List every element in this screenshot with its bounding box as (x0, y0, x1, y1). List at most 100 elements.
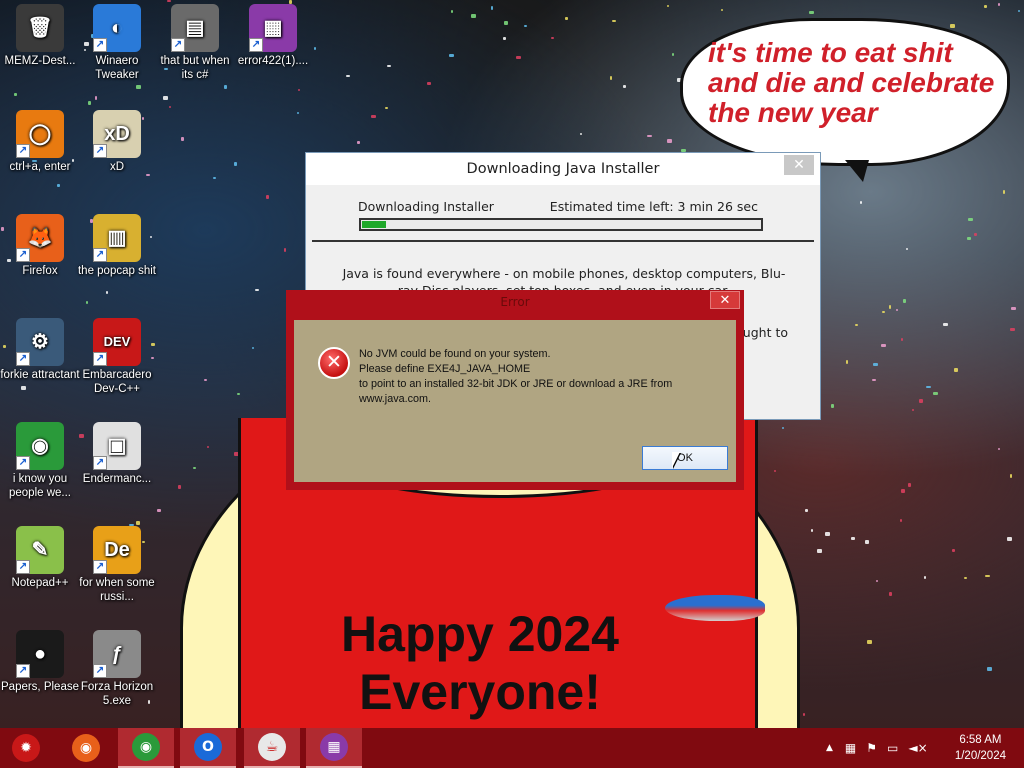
confetti-piece (213, 177, 216, 179)
taskbar-java-button[interactable]: ☕ (244, 728, 300, 768)
desktop-icon[interactable]: ▣ ↗ Endermanc... (77, 422, 157, 486)
icon-glyph: De (104, 539, 130, 561)
confetti-piece (901, 338, 903, 341)
close-button[interactable]: ✕ (710, 291, 740, 309)
confetti-piece (314, 47, 316, 50)
app-icon: xD ↗ (93, 110, 141, 158)
desktop-icon[interactable]: xD ↗ xD (77, 110, 157, 174)
confetti-piece (146, 174, 150, 176)
desktop-icon[interactable]: De ↗ for when some russi... (77, 526, 157, 604)
error-message: No JVM could be found on your system. Pl… (359, 347, 729, 407)
java-description-cut: ught to (742, 325, 788, 340)
start-button[interactable]: ✹ (0, 728, 52, 768)
confetti-piece (974, 233, 977, 236)
confetti-piece (204, 379, 207, 381)
desktop-icon-label: Endermanc... (82, 473, 152, 485)
icon-glyph: ⚙ (31, 331, 49, 353)
volume-muted-icon[interactable]: ◄× (908, 741, 927, 755)
app-icon: ▤ ↗ (171, 4, 219, 52)
confetti-piece (817, 549, 822, 553)
icon-glyph: ◉ (31, 435, 49, 457)
confetti-piece (924, 576, 926, 579)
confetti-piece (255, 289, 259, 291)
confetti-piece (580, 133, 582, 135)
desktop-icon[interactable]: ⚙ ↗ forkie attractant (0, 318, 80, 382)
confetti-piece (169, 106, 171, 108)
desktop-icon[interactable]: ◯ ↗ ctrl+a, enter (0, 110, 80, 174)
clock[interactable]: 6:58 AM 1/20/2024 (955, 732, 1006, 764)
icon-glyph: 🗑 (27, 17, 53, 39)
taskbar-firefox-button[interactable]: ◉ (58, 728, 114, 768)
taskbar-error422-button[interactable]: ▦ (306, 728, 362, 768)
confetti-piece (237, 393, 240, 395)
desktop-icon[interactable]: ▤ ↗ that but when its c# (155, 4, 235, 82)
close-button[interactable]: ✕ (784, 155, 814, 175)
confetti-piece (157, 509, 161, 512)
desktop-icon[interactable]: ◉ ↗ i know you people we... (0, 422, 80, 500)
desktop-icon[interactable]: ƒ ↗ Forza Horizon 5.exe (77, 630, 157, 708)
dialog-title: Error (500, 295, 530, 309)
confetti-piece (516, 56, 521, 59)
taskbar-chrome-button[interactable]: ◉ (118, 728, 174, 768)
shortcut-arrow-icon: ↗ (93, 352, 107, 366)
confetti-piece (876, 580, 878, 582)
confetti-piece (471, 14, 476, 18)
icon-glyph: ✎ (31, 539, 49, 561)
desktop-icon-label: the popcap shit (77, 265, 156, 277)
chrome-icon: ◉ (132, 733, 160, 761)
desktop-icon[interactable]: 🗑 MEMZ-Dest... (0, 4, 80, 68)
confetti-piece (985, 575, 990, 577)
action-center-icon[interactable]: ▦ (845, 741, 856, 755)
confetti-piece (900, 519, 902, 522)
confetti-piece (88, 101, 91, 105)
shortcut-arrow-icon: ↗ (16, 664, 30, 678)
confetti-piece (1010, 474, 1012, 478)
desktop-icon[interactable]: ✎ ↗ Notepad++ (0, 526, 80, 590)
confetti-piece (855, 324, 858, 326)
confetti-piece (623, 85, 626, 88)
desktop-icon[interactable]: ▥ ↗ the popcap shit (77, 214, 157, 278)
shortcut-arrow-icon: ↗ (16, 144, 30, 158)
desktop-icon[interactable]: ● ↗ Papers, Please (0, 630, 80, 694)
confetti-piece (163, 96, 168, 100)
confetti-piece (987, 667, 992, 671)
icon-glyph: ● (33, 643, 47, 665)
desktop-icon-label: that but when its c# (160, 55, 230, 81)
confetti-piece (371, 115, 376, 118)
desktop-icon[interactable]: 🦊 ↗ Firefox (0, 214, 80, 278)
confetti-piece (181, 137, 184, 141)
icon-glyph: 🦊 (27, 227, 53, 249)
desktop-icon[interactable]: ▦ ↗ error422(1).... (233, 4, 313, 68)
ok-button[interactable]: OK (642, 446, 728, 470)
desktop-icon-label: xD (109, 161, 125, 173)
clock-date: 1/20/2024 (954, 750, 1006, 762)
icon-glyph: ▦ (263, 17, 283, 39)
desktop-icon[interactable]: DEV ↗ Embarcadero Dev-C++ (77, 318, 157, 396)
confetti-piece (968, 218, 973, 221)
confetti-piece (224, 85, 227, 89)
desktop-icon[interactable]: ◐ ↗ Winaero Tweaker (77, 4, 157, 82)
tray-chevron-icon[interactable]: ▲ (826, 743, 833, 753)
taskbar-outlook-button[interactable]: O (180, 728, 236, 768)
confetti-piece (782, 427, 784, 429)
network-icon[interactable]: ▭ (887, 741, 898, 755)
confetti-piece (906, 248, 908, 250)
shortcut-arrow-icon: ↗ (93, 248, 107, 262)
confetti-piece (803, 713, 805, 716)
flag-icon[interactable]: ⚑ (866, 741, 877, 755)
app-icon: ▦ ↗ (249, 4, 297, 52)
confetti-piece (672, 53, 674, 56)
confetti-piece (984, 5, 987, 8)
app-icon: ✎ ↗ (16, 526, 64, 574)
confetti-piece (809, 11, 814, 14)
desktop-icon-label: Forza Horizon 5.exe (80, 681, 154, 707)
speech-bubble-text: it's time to eat shit and die and celebr… (708, 37, 995, 128)
confetti-piece (667, 139, 672, 143)
confetti-piece (451, 10, 453, 13)
app-icon: DEV ↗ (93, 318, 141, 366)
shortcut-arrow-icon: ↗ (93, 456, 107, 470)
confetti-piece (136, 521, 140, 525)
confetti-piece (503, 37, 506, 40)
app-icon: ◉ ↗ (16, 422, 64, 470)
shortcut-arrow-icon: ↗ (93, 38, 107, 52)
